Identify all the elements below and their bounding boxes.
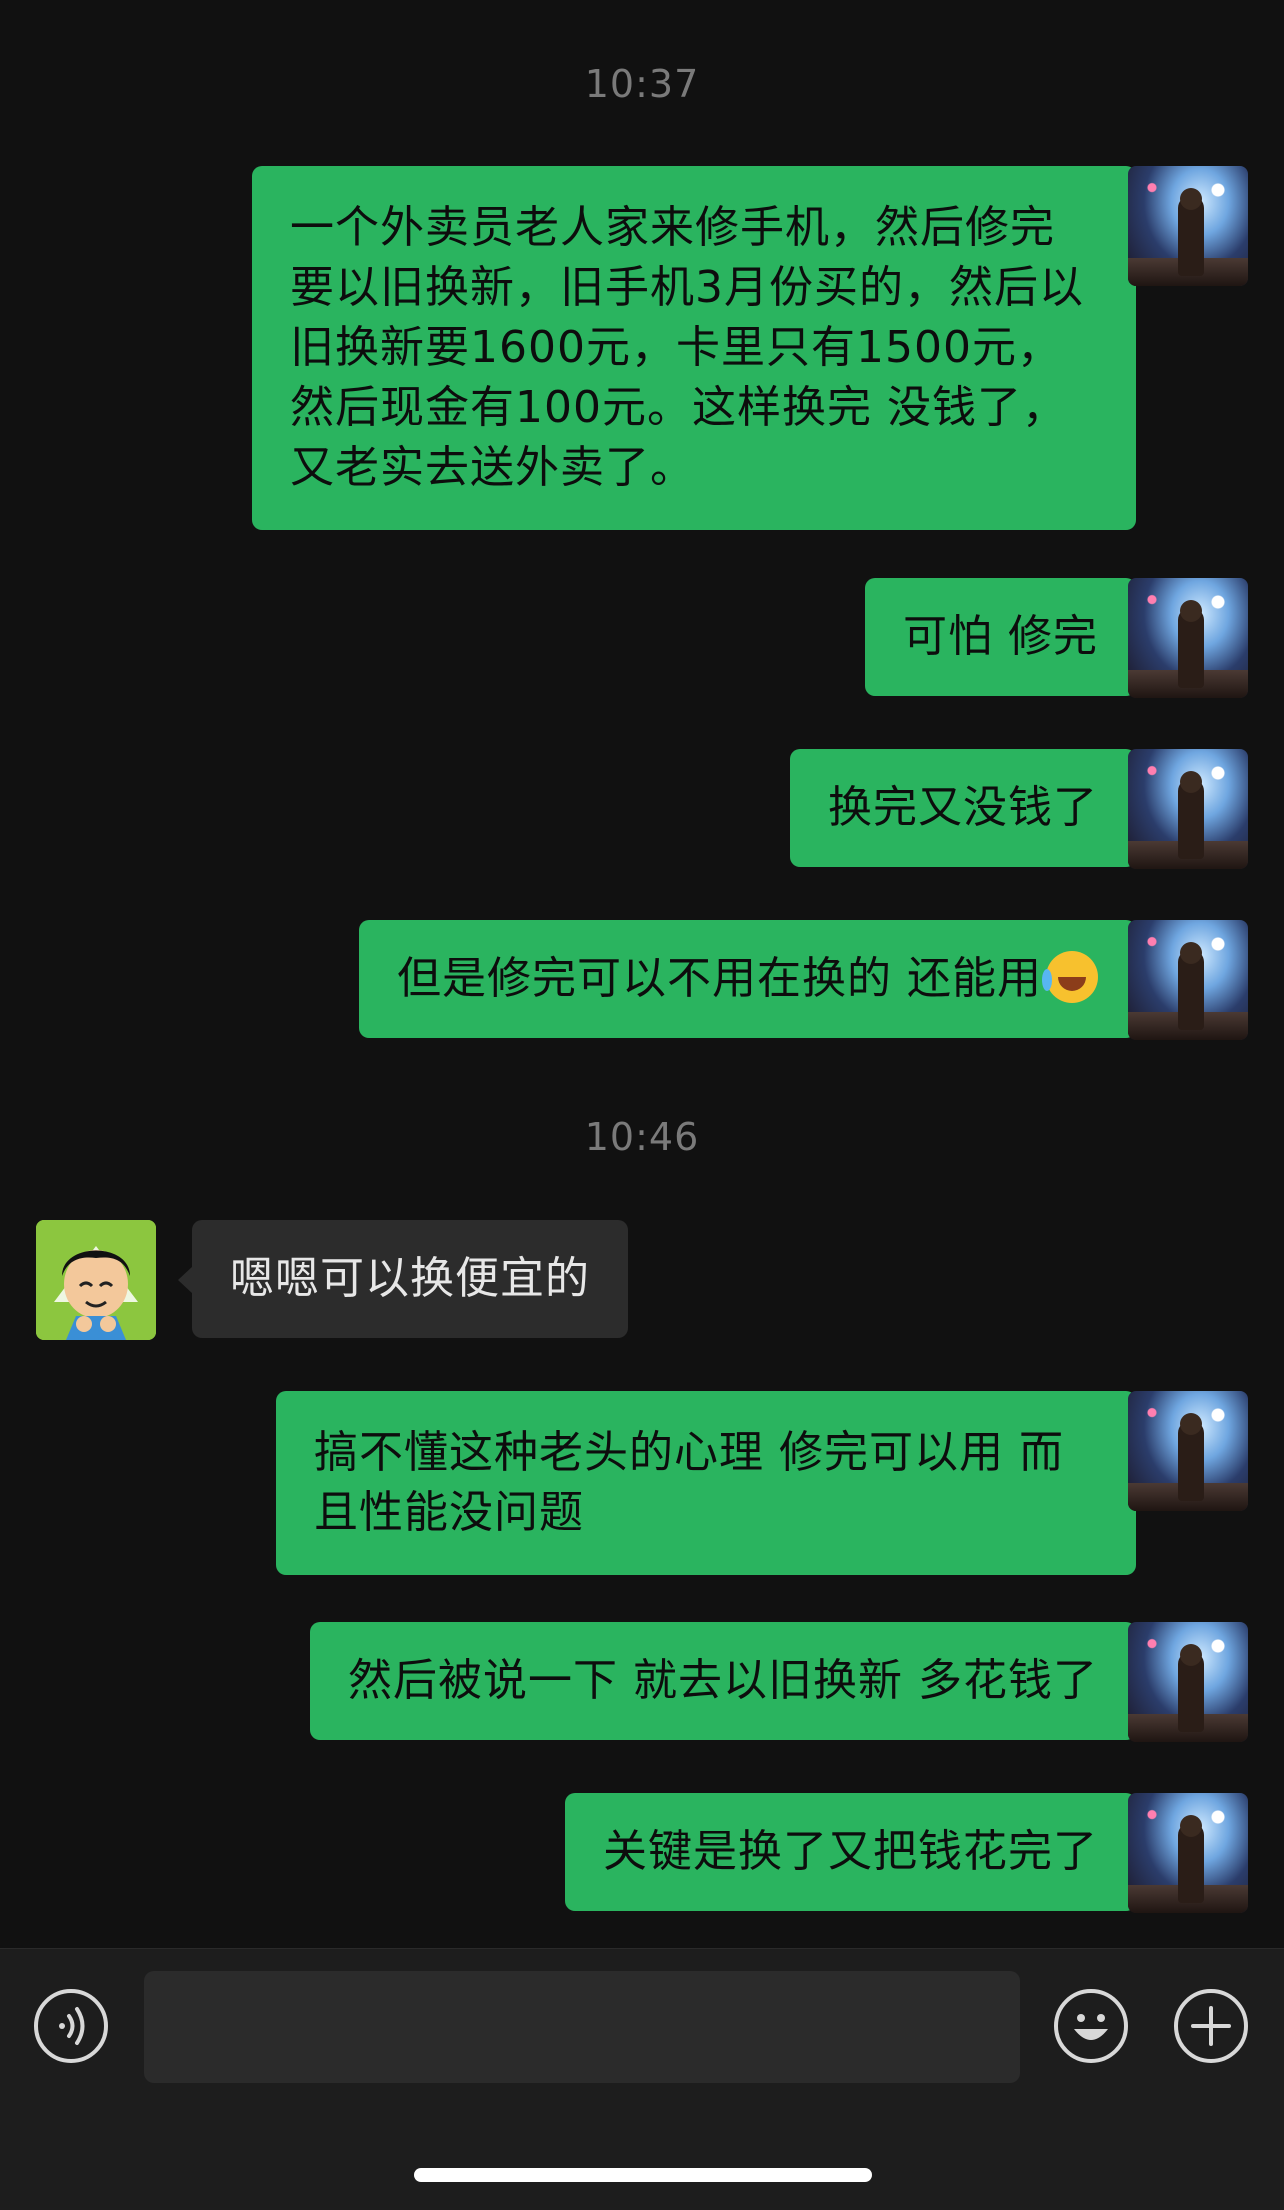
- message-bubble-sent[interactable]: 一个外卖员老人家来修手机，然后修完要以旧换新，旧手机3月份买的，然后以旧换新要1…: [252, 166, 1150, 530]
- message-text: 然后被说一下 就去以旧换新 多花钱了: [348, 1655, 1098, 1706]
- voice-icon: [59, 2007, 85, 2045]
- message-bubble-sent[interactable]: 但是修完可以不用在换的 还能用: [359, 920, 1150, 1038]
- my-avatar[interactable]: [1128, 749, 1248, 869]
- message-text: 但是修完可以不用在换的 还能用: [397, 953, 1042, 1004]
- contact-avatar[interactable]: [36, 1220, 156, 1340]
- voice-button[interactable]: [34, 1989, 108, 2063]
- message-text: 关键是换了又把钱花完了: [603, 1826, 1098, 1877]
- message-bubble-sent[interactable]: 可怕 修完: [865, 578, 1150, 696]
- more-button[interactable]: [1174, 1989, 1248, 2063]
- crying-laughing-emoji: [1042, 951, 1098, 1003]
- message-bubble-sent[interactable]: 关键是换了又把钱花完了: [565, 1793, 1150, 1911]
- message-bubble-sent[interactable]: 换完又没钱了: [790, 749, 1150, 867]
- my-avatar[interactable]: [1128, 578, 1248, 698]
- my-avatar[interactable]: [1128, 166, 1248, 286]
- message-input[interactable]: [144, 1971, 1020, 2083]
- timestamp: 10:37: [584, 62, 700, 106]
- my-avatar[interactable]: [1128, 1391, 1248, 1511]
- home-indicator[interactable]: [414, 2168, 872, 2182]
- my-avatar[interactable]: [1128, 920, 1248, 1040]
- my-avatar[interactable]: [1128, 1622, 1248, 1742]
- smiley-icon: [1074, 2014, 1108, 2040]
- message-bubble-sent[interactable]: 然后被说一下 就去以旧换新 多花钱了: [310, 1622, 1150, 1740]
- cartoon-boy-icon: [36, 1220, 156, 1340]
- message-bubble-sent[interactable]: 搞不懂这种老头的心理 修完可以用 而且性能没问题: [276, 1391, 1150, 1575]
- my-avatar[interactable]: [1128, 1793, 1248, 1913]
- message-bubble-received[interactable]: 嗯嗯可以换便宜的: [178, 1220, 628, 1338]
- message-text: 搞不懂这种老头的心理 修完可以用 而且性能没问题: [314, 1427, 1064, 1538]
- message-text: 换完又没钱了: [828, 782, 1098, 833]
- plus-icon: [1191, 2006, 1231, 2046]
- message-text: 嗯嗯可以换便宜的: [230, 1253, 590, 1304]
- emoji-button[interactable]: [1054, 1989, 1128, 2063]
- message-text: 一个外卖员老人家来修手机，然后修完要以旧换新，旧手机3月份买的，然后以旧换新要1…: [290, 202, 1084, 493]
- timestamp: 10:46: [584, 1115, 700, 1159]
- message-text: 可怕 修完: [903, 611, 1098, 662]
